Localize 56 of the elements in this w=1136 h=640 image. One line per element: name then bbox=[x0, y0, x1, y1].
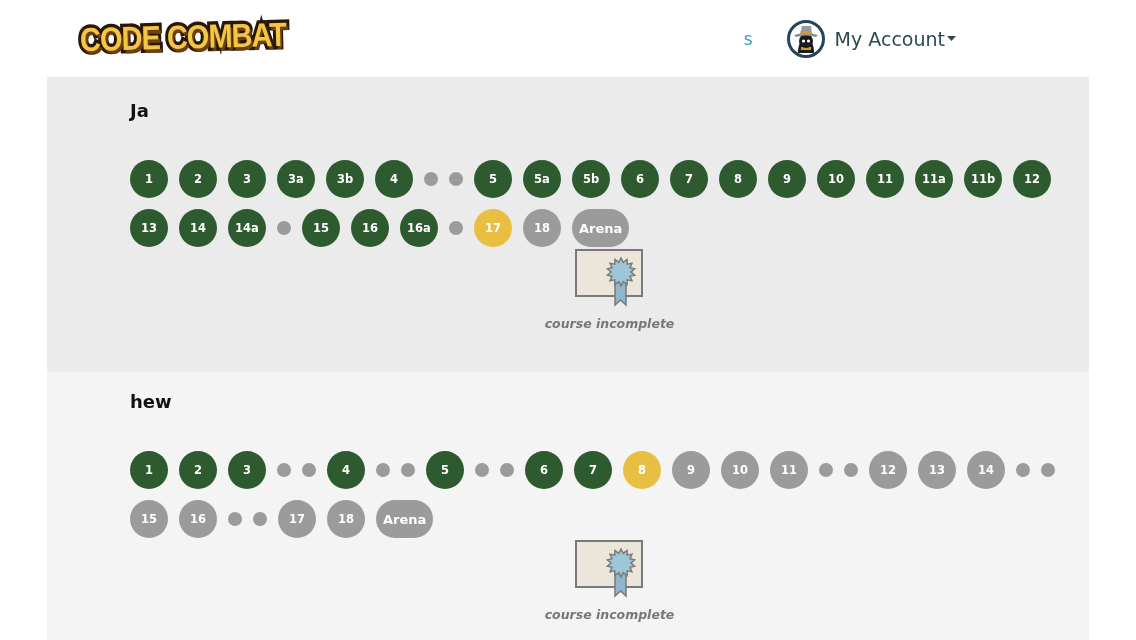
certificate-caption: course incomplete bbox=[544, 606, 675, 624]
level-dot[interactable] bbox=[401, 463, 415, 477]
level-button[interactable]: 2 bbox=[179, 160, 217, 198]
level-button[interactable]: 14 bbox=[179, 209, 217, 247]
level-button[interactable]: 11b bbox=[964, 160, 1002, 198]
level-button[interactable]: 5 bbox=[474, 160, 512, 198]
level-dot[interactable] bbox=[844, 463, 858, 477]
level-button[interactable]: 14a bbox=[228, 209, 266, 247]
certificate-icon bbox=[574, 540, 645, 598]
level-button[interactable]: 4 bbox=[327, 451, 365, 489]
level-button[interactable]: 5b bbox=[572, 160, 610, 198]
level-button[interactable]: 5 bbox=[426, 451, 464, 489]
level-dot[interactable] bbox=[449, 221, 463, 235]
level-dot[interactable] bbox=[500, 463, 514, 477]
level-button[interactable]: 7 bbox=[670, 160, 708, 198]
level-dot[interactable] bbox=[253, 512, 267, 526]
avatar-icon bbox=[786, 19, 825, 58]
level-dot[interactable] bbox=[376, 463, 390, 477]
level-button[interactable]: 9 bbox=[768, 160, 806, 198]
level-dot[interactable] bbox=[277, 221, 291, 235]
level-dot[interactable] bbox=[228, 512, 242, 526]
level-dot[interactable] bbox=[424, 172, 438, 186]
level-dot[interactable] bbox=[475, 463, 489, 477]
level-dot[interactable] bbox=[449, 172, 463, 186]
caret-icon bbox=[947, 36, 956, 41]
level-button[interactable]: 7 bbox=[574, 451, 612, 489]
level-button[interactable]: 12 bbox=[1013, 160, 1051, 198]
account-menu-button[interactable]: My Account bbox=[786, 19, 956, 58]
level-button[interactable]: 16a bbox=[400, 209, 438, 247]
level-button[interactable]: 8 bbox=[719, 160, 757, 198]
level-dot[interactable] bbox=[302, 463, 316, 477]
level-dot[interactable] bbox=[819, 463, 833, 477]
level-button[interactable]: 3 bbox=[228, 160, 266, 198]
level-dot[interactable] bbox=[1016, 463, 1030, 477]
level-button[interactable]: 6 bbox=[621, 160, 659, 198]
level-button[interactable]: 4 bbox=[375, 160, 413, 198]
certificate-caption: course incomplete bbox=[544, 315, 675, 333]
level-button[interactable]: 16 bbox=[351, 209, 389, 247]
level-button[interactable]: 2 bbox=[179, 451, 217, 489]
student-name: Ja bbox=[130, 99, 149, 123]
level-button[interactable]: 15 bbox=[302, 209, 340, 247]
student-name: hew bbox=[130, 390, 172, 414]
level-button[interactable]: 11a bbox=[915, 160, 953, 198]
level-dot[interactable] bbox=[1041, 463, 1055, 477]
level-button[interactable]: 10 bbox=[817, 160, 855, 198]
level-dot[interactable] bbox=[277, 463, 291, 477]
level-button[interactable]: 13 bbox=[130, 209, 168, 247]
level-button[interactable]: 3 bbox=[228, 451, 266, 489]
level-button[interactable]: 3b bbox=[326, 160, 364, 198]
level-button[interactable]: 5a bbox=[523, 160, 561, 198]
level-button[interactable]: 11 bbox=[866, 160, 904, 198]
level-button[interactable]: 6 bbox=[525, 451, 563, 489]
level-button[interactable]: 1 bbox=[130, 160, 168, 198]
level-button[interactable]: 1 bbox=[130, 451, 168, 489]
certificate-icon bbox=[574, 249, 645, 307]
level-button[interactable]: 3a bbox=[277, 160, 315, 198]
